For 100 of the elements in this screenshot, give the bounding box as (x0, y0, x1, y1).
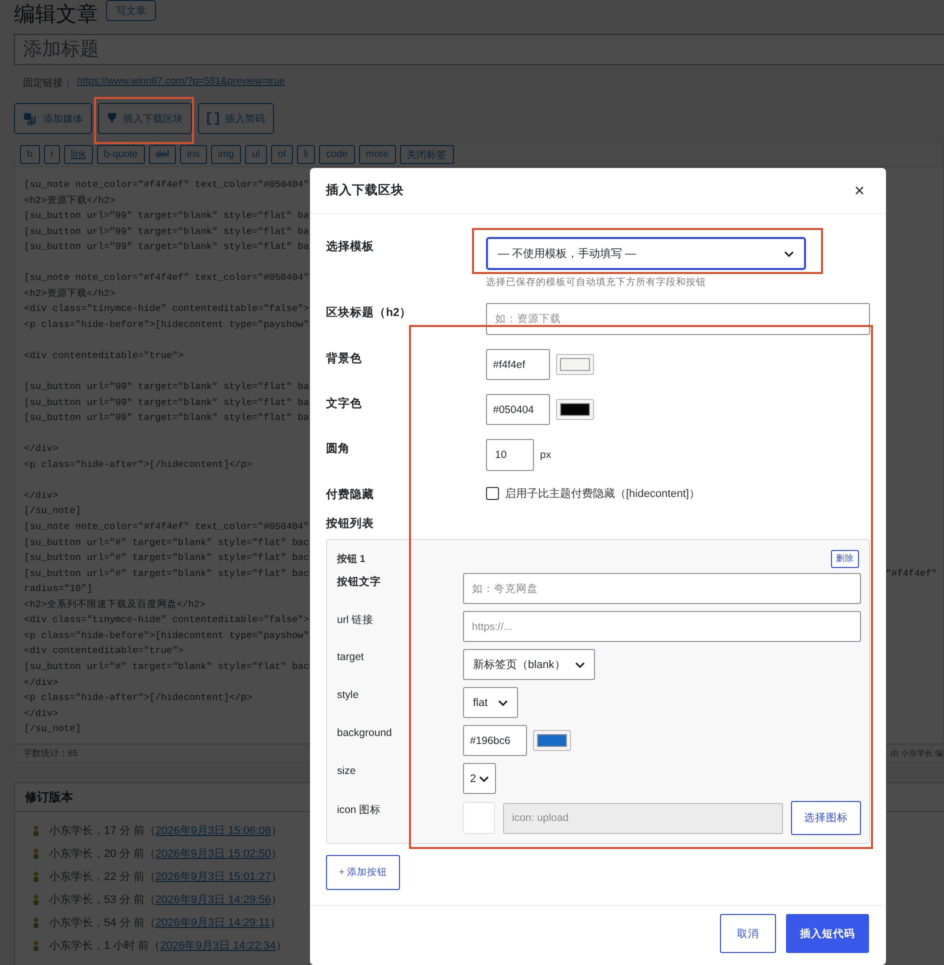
code-line: </div> (24, 706, 58, 721)
code-line: [su_button url="99" target="blank" style="flat" ba (24, 380, 310, 394)
field-label: 文字色 (326, 396, 363, 411)
revision-link[interactable]: 2026年9月3日 15:01:27 (155, 871, 271, 883)
code-line: [su_button url="#" target="blank" style="flat" bac (24, 551, 310, 566)
code-line: [su_button url="99" target="blank" style="flat" ba (24, 411, 310, 426)
quicktag-button[interactable]: del (148, 145, 176, 164)
code-line: <h2>资源下载</h2> (24, 194, 116, 208)
field-label: 付费隐藏 (326, 487, 375, 502)
cancel-button[interactable]: 取消 (720, 914, 776, 953)
title-input[interactable]: 如：资源下载 (486, 303, 870, 335)
quicktag-button[interactable]: link (64, 145, 93, 164)
code-line: [su_button url="#" target="blank" style="flat" bac (24, 536, 310, 550)
quicktag-button[interactable]: i (44, 145, 60, 164)
color-swatch[interactable] (533, 730, 571, 751)
color-swatch[interactable] (556, 399, 594, 420)
field-label: 背景色 (326, 351, 363, 366)
revision-text: 小东学长，17 分 前（2026年9月3日 15:06:08） (49, 824, 282, 838)
revision-link[interactable]: 2026年9月3日 15:02:50 (155, 848, 271, 860)
avatar-icon (33, 916, 39, 928)
revision-text: 小东学长，20 分 前（2026年9月3日 15:02:50） (49, 846, 282, 861)
delete-button[interactable]: 删除 (831, 550, 859, 568)
revision-text: 小东学长，53 分 前（2026年9月3日 14:29:56） (49, 892, 282, 907)
choose-icon-button[interactable]: 选择图标 (791, 801, 861, 835)
permalink-link[interactable]: https://www.winn67.com/?p=581&preview=true (77, 76, 285, 90)
close-icon[interactable] (855, 186, 864, 195)
revision-link[interactable]: 2026年9月3日 15:06:08 (155, 825, 271, 837)
quicktag-button[interactable]: b (20, 145, 40, 164)
quicktag-button[interactable]: b-quote (96, 145, 145, 164)
color-input[interactable]: #f4f4ef (486, 349, 550, 380)
download-icon (107, 112, 117, 125)
quicktag-button[interactable]: ol (270, 145, 293, 164)
quicktag-button[interactable]: img (210, 145, 242, 164)
code-line: [su_button url="99" target="blank" style="flat" ba (24, 209, 310, 224)
avatar-icon (33, 940, 39, 952)
code-line: radius="10"] (24, 582, 92, 596)
field-label: url 链接 (337, 613, 375, 627)
code-line: <div contenteditable="true"> (24, 644, 184, 658)
field-label: target (337, 650, 365, 663)
revision-link[interactable]: 2026年9月3日 14:29:56 (155, 894, 271, 906)
text-input[interactable]: 如：夸克网盘 (463, 573, 861, 604)
add-button[interactable]: + 添加按钮 (326, 855, 400, 890)
template-select[interactable]: — 不使用模板，手动填写 — (486, 237, 806, 270)
code-line: <h2>全系列不限速下载及百度网盘</h2> (24, 598, 206, 612)
quicktag-button[interactable]: ins (180, 145, 207, 164)
panel-title: 修订版本 (25, 788, 73, 806)
revision-link[interactable]: 2026年9月3日 14:29:11 (155, 917, 270, 929)
section-label: 按钮列表 (326, 518, 374, 530)
revision-text: 小东学长，54 分 前（2026年9月3日 14:29:11） (49, 916, 282, 930)
code-line: <div class="tinymce-hide" contenteditable="false"> (24, 302, 310, 316)
code-line: </div> (24, 676, 58, 690)
avatar-icon (33, 870, 39, 882)
field-label: background (337, 726, 393, 739)
media-button[interactable]: 插入简码 (198, 103, 274, 134)
code-line: [/su_note] (24, 722, 82, 736)
dropdown[interactable]: flat (463, 687, 518, 718)
revision-link[interactable]: 2026年9月3日 14:22:34 (160, 940, 276, 952)
field-label: style (337, 688, 360, 701)
quicktag-button[interactable]: 关闭标签 (400, 145, 454, 164)
hint-text: 选择已保存的模板可自动填充下方所有字段和按钮 (486, 276, 707, 289)
color-input[interactable]: #050404 (486, 394, 550, 425)
url-input[interactable]: https://... (463, 611, 861, 642)
code-line: [su_button url="99" target="blank" style="flat" ba (24, 240, 310, 254)
icon-preview (463, 802, 495, 834)
quicktag-button[interactable]: li (296, 145, 316, 164)
field-label: size (337, 764, 357, 777)
color-input[interactable]: #196bc6 (463, 725, 527, 756)
chevron-icon (498, 700, 508, 706)
code-line: [su_note note_color="#f4f4ef" text_color="#050404" (24, 271, 310, 286)
code-line: <p class="hide-before">[hidecontent type="payshow" (24, 318, 310, 332)
checkbox-label: 启用子比主题付费隐藏（[hidecontent]） (505, 486, 700, 501)
code-line: <p class="hide-after">[/hidecontent]</p> (24, 458, 252, 472)
code-line: [su_button url="#" target="blank" style="flat" bac (24, 660, 310, 674)
page-title: 编辑文章 (14, 2, 98, 28)
field-label: 按钮文字 (337, 574, 382, 589)
quicktag-button[interactable]: code (319, 145, 355, 164)
code-line: [su_button url="#" target="blank" style="flat" bac (24, 566, 310, 581)
insert-button[interactable]: 插入短代码 (786, 914, 869, 953)
field-label: 选择模板 (326, 239, 375, 254)
media-button[interactable]: 添加媒体 (14, 103, 92, 134)
field-label: 区块标题（h2） (326, 305, 412, 320)
checkbox[interactable] (486, 487, 499, 500)
code-line: [su_button url="99" target="blank" style="flat" ba (24, 396, 310, 410)
media-button[interactable]: 插入下载区块 (98, 103, 192, 134)
dropdown[interactable]: 2 (463, 763, 496, 794)
quicktag-button[interactable]: ul (245, 145, 267, 164)
code-line: <p class="hide-after">[/hidecontent]</p> (24, 691, 252, 706)
revision-text: 小东学长，1 小时 前（2026年9月3日 14:22:34） (49, 938, 287, 953)
code-line: </div> (24, 442, 58, 456)
code-line: [su_button url="99" target="blank" style="flat" ba (24, 224, 310, 239)
code-line: <p class="hide-before">[hidecontent type="payshow" (24, 628, 310, 643)
quicktag-button[interactable]: more (358, 145, 396, 164)
dropdown[interactable]: 新标签页（blank） (463, 649, 596, 680)
media-icon (23, 112, 37, 125)
color-swatch[interactable] (556, 354, 594, 375)
new-post-button[interactable]: 写文章 (106, 0, 156, 21)
code-line: <h2>资源下载</h2> (24, 286, 116, 301)
code-line: [/su_note] (24, 504, 82, 518)
radius-input[interactable]: 10 (486, 439, 534, 471)
code-line: [su_note note_color="#f4f4ef" text_color="#050404" (24, 178, 310, 192)
